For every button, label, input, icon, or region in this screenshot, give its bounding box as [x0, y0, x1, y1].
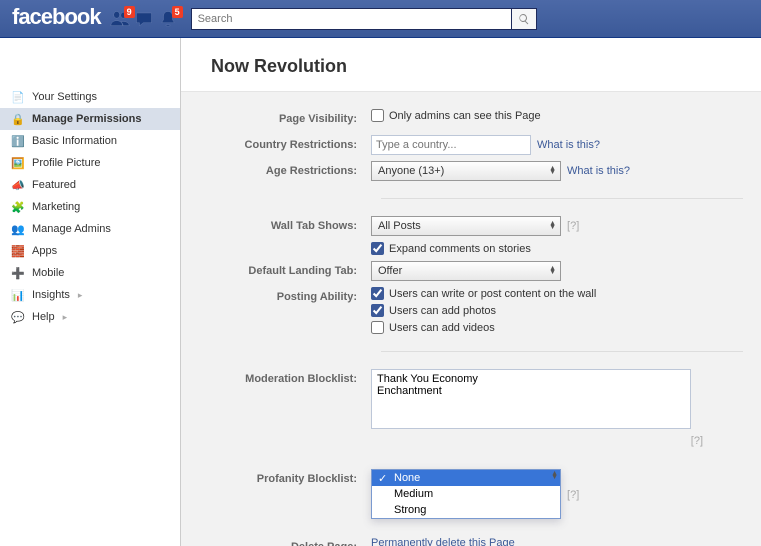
select-landing-tab[interactable]: Offer ▲▼ — [371, 261, 561, 281]
picture-icon: 🖼️ — [10, 155, 26, 171]
sidebar-item-profile-picture[interactable]: 🖼️ Profile Picture — [0, 152, 180, 174]
help-marker[interactable]: ? — [567, 489, 579, 501]
lock-icon: 🔒 — [10, 111, 26, 127]
divider — [381, 198, 743, 199]
search-input[interactable] — [191, 8, 511, 30]
sidebar-item-label: Manage Permissions — [32, 113, 141, 125]
sidebar-item-apps[interactable]: 🧱 Apps — [0, 240, 180, 262]
sidebar-item-featured[interactable]: 📣 Featured — [0, 174, 180, 196]
label-default-landing-tab: Default Landing Tab: — [181, 261, 371, 281]
document-icon: 📄 — [10, 89, 26, 105]
sidebar-item-label: Apps — [32, 245, 57, 257]
country-input[interactable] — [371, 135, 531, 155]
permissions-form: Page Visibility: Only admins can see thi… — [181, 91, 761, 546]
checkbox-users-videos[interactable] — [371, 321, 384, 334]
sidebar-item-label: Basic Information — [32, 135, 117, 147]
sidebar-item-manage-admins[interactable]: 👥 Manage Admins — [0, 218, 180, 240]
checkbox-users-write[interactable] — [371, 287, 384, 300]
top-notification-icons: 9 5 — [109, 0, 179, 38]
link-what-is-this-age[interactable]: What is this? — [567, 165, 630, 177]
help-marker[interactable]: ? — [691, 435, 703, 447]
checkbox-label: Users can add videos — [389, 322, 495, 334]
chevron-right-icon: ▸ — [63, 312, 68, 323]
label-posting-ability: Posting Ability: — [181, 287, 371, 307]
checkbox-expand-comments[interactable] — [371, 242, 384, 255]
updown-caret-icon: ▲▼ — [551, 472, 558, 480]
label-page-visibility: Page Visibility: — [181, 109, 371, 129]
notifications-icon[interactable]: 5 — [157, 8, 179, 30]
label-age-restrictions: Age Restrictions: — [181, 161, 371, 181]
select-wall-tab[interactable]: All Posts ▲▼ — [371, 216, 561, 236]
search-box — [191, 8, 537, 30]
moderation-blocklist-textarea[interactable] — [371, 369, 691, 429]
chevron-right-icon: ▸ — [78, 290, 83, 301]
option-none[interactable]: None — [372, 470, 560, 486]
checkbox-only-admins[interactable] — [371, 109, 384, 122]
help-icon: 💬 — [10, 309, 26, 325]
sidebar-item-help[interactable]: 💬 Help ▸ — [0, 306, 180, 328]
sidebar-item-manage-permissions[interactable]: 🔒 Manage Permissions — [0, 108, 180, 130]
sidebar-item-label: Your Settings — [32, 91, 97, 103]
sidebar-item-insights[interactable]: 📊 Insights ▸ — [0, 284, 180, 306]
info-icon: ℹ️ — [10, 133, 26, 149]
sidebar-item-label: Featured — [32, 179, 76, 191]
divider — [381, 351, 743, 352]
sidebar-item-your-settings[interactable]: 📄 Your Settings — [0, 86, 180, 108]
mobile-icon: ➕ — [10, 265, 26, 281]
sidebar-item-label: Manage Admins — [32, 223, 111, 235]
sidebar-item-label: Profile Picture — [32, 157, 100, 169]
facebook-logo[interactable]: facebook — [0, 4, 109, 34]
help-marker[interactable]: ? — [567, 220, 579, 232]
sidebar-item-label: Help — [32, 311, 55, 323]
label-delete-page: Delete Page: — [181, 537, 371, 546]
link-what-is-this-country[interactable]: What is this? — [537, 139, 600, 151]
page-title: Now Revolution — [181, 38, 761, 91]
admins-icon: 👥 — [10, 221, 26, 237]
checkbox-label: Expand comments on stories — [389, 243, 531, 255]
label-moderation-blocklist: Moderation Blocklist: — [181, 369, 371, 389]
top-bar: facebook 9 5 — [0, 0, 761, 38]
select-value: Anyone (13+) — [378, 165, 444, 177]
checkbox-label: Only admins can see this Page — [389, 110, 541, 122]
updown-caret-icon: ▲▼ — [549, 222, 556, 230]
label-country-restrictions: Country Restrictions: — [181, 135, 371, 155]
sidebar-item-label: Marketing — [32, 201, 80, 213]
sidebar-item-marketing[interactable]: 🧩 Marketing — [0, 196, 180, 218]
settings-sidebar: 📄 Your Settings 🔒 Manage Permissions ℹ️ Bas… — [0, 38, 181, 546]
label-profanity-blocklist: Profanity Blocklist: — [181, 469, 371, 489]
option-strong[interactable]: Strong — [372, 502, 560, 518]
select-value: Offer — [378, 265, 402, 277]
main-content: Now Revolution Page Visibility: Only adm… — [181, 38, 761, 546]
sidebar-item-label: Insights — [32, 289, 70, 301]
checkbox-label: Users can add photos — [389, 305, 496, 317]
messages-icon[interactable] — [133, 8, 155, 30]
friend-requests-icon[interactable]: 9 — [109, 8, 131, 30]
megaphone-icon: 📣 — [10, 177, 26, 193]
notifications-badge: 5 — [172, 6, 183, 18]
checkbox-users-photos[interactable] — [371, 304, 384, 317]
sidebar-item-label: Mobile — [32, 267, 64, 279]
insights-icon: 📊 — [10, 287, 26, 303]
sidebar-item-basic-information[interactable]: ℹ️ Basic Information — [0, 130, 180, 152]
checkbox-label: Users can write or post content on the w… — [389, 288, 596, 300]
search-icon — [518, 13, 530, 25]
select-age-restrictions[interactable]: Anyone (13+) ▲▼ — [371, 161, 561, 181]
updown-caret-icon: ▲▼ — [549, 167, 556, 175]
updown-caret-icon: ▲▼ — [549, 267, 556, 275]
select-value: All Posts — [378, 220, 421, 232]
search-button[interactable] — [511, 8, 537, 30]
marketing-icon: 🧩 — [10, 199, 26, 215]
apps-icon: 🧱 — [10, 243, 26, 259]
option-medium[interactable]: Medium — [372, 486, 560, 502]
select-profanity-blocklist[interactable]: None Medium Strong ▲▼ — [371, 469, 561, 519]
sidebar-item-mobile[interactable]: ➕ Mobile — [0, 262, 180, 284]
link-permanently-delete[interactable]: Permanently delete this Page — [371, 537, 515, 546]
label-wall-tab-shows: Wall Tab Shows: — [181, 216, 371, 236]
